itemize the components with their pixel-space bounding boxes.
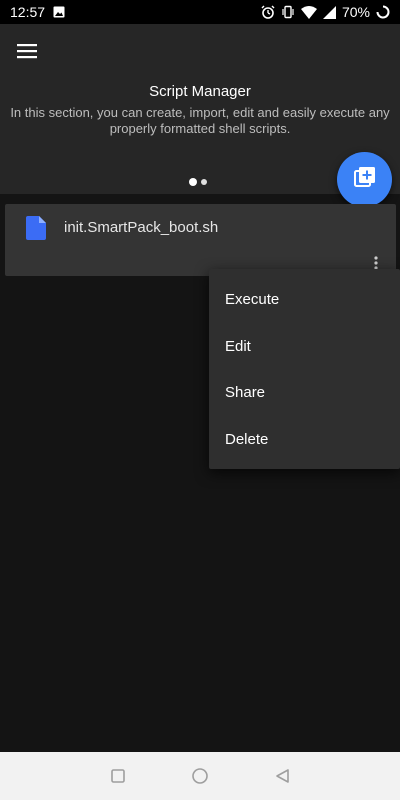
home-circle-icon[interactable] [190,766,210,786]
add-script-button[interactable] [337,152,392,207]
hamburger-menu-icon[interactable] [10,36,44,66]
navigation-bar [0,752,400,800]
page-description: In this section, you can create, import,… [10,105,390,136]
context-menu: Execute Edit Share Delete [209,269,400,469]
menu-item-delete[interactable]: Delete [209,416,400,462]
back-triangle-icon[interactable] [272,766,292,786]
status-left: 12:57 [0,4,65,20]
page-title: Script Manager [149,83,251,100]
recents-square-icon[interactable] [108,766,128,786]
vibrate-icon [281,5,295,19]
page-dot[interactable] [201,179,207,185]
battery-text: 70% [341,4,370,20]
alarm-icon [261,5,275,19]
page-dot-active[interactable] [189,178,197,186]
file-icon [26,216,46,245]
menu-item-share[interactable]: Share [209,369,400,415]
menu-item-edit[interactable]: Edit [209,323,400,369]
signal-icon [322,5,336,19]
status-bar: 12:57 70% [0,0,400,24]
status-time: 12:57 [10,4,46,20]
image-notification-icon [53,6,65,18]
add-library-icon [353,166,376,193]
battery-icon [376,5,390,19]
script-card[interactable]: init.SmartPack_boot.sh [5,204,396,276]
page-indicator [189,178,207,186]
script-name: init.SmartPack_boot.sh [64,219,219,236]
status-right: 70% [261,4,400,20]
wifi-icon [300,5,317,19]
menu-item-execute[interactable]: Execute [209,276,400,322]
